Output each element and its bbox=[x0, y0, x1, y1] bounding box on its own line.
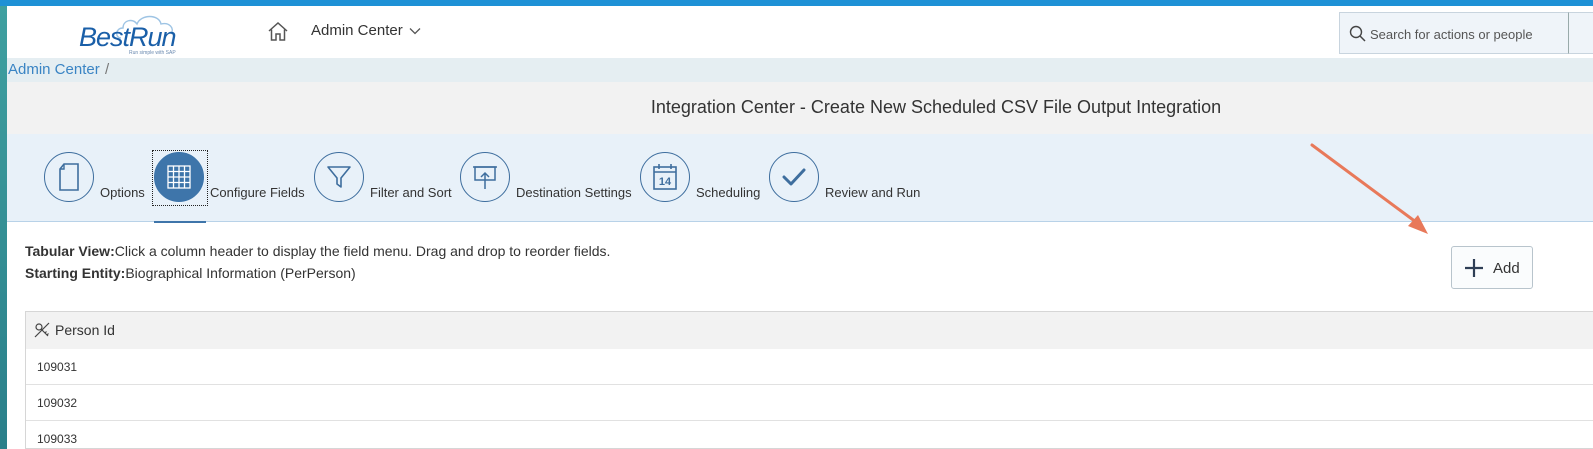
table-row[interactable]: 109031 bbox=[26, 349, 1593, 385]
page-title-bar: Integration Center - Create New Schedule… bbox=[7, 82, 1593, 135]
column-header-label: Person Id bbox=[55, 322, 115, 338]
step-options-circle bbox=[44, 152, 94, 202]
admin-center-menu[interactable]: Admin Center bbox=[311, 22, 421, 39]
logo-wordmark: BestRun bbox=[79, 22, 177, 52]
bestrun-logo[interactable]: BestRun Run simple with SAP bbox=[79, 14, 189, 58]
tabular-view-label: Tabular View: bbox=[25, 243, 115, 259]
breadcrumb-admin-center-link[interactable]: Admin Center bbox=[8, 61, 100, 78]
step-review-and-run-label: Review and Run bbox=[825, 185, 921, 200]
step-configure-fields-label: Configure Fields bbox=[210, 185, 305, 200]
calendar-day-number: 14 bbox=[659, 176, 672, 188]
step-review-and-run[interactable]: Review and Run bbox=[769, 152, 929, 206]
calendar-icon: 14 bbox=[653, 164, 677, 190]
step-filter-and-sort[interactable]: Filter and Sort bbox=[314, 152, 454, 206]
search-field[interactable] bbox=[1339, 12, 1568, 54]
home-button[interactable] bbox=[266, 20, 290, 44]
checkmark-icon bbox=[782, 168, 806, 186]
page-title: Integration Center - Create New Schedule… bbox=[650, 97, 1222, 117]
home-icon bbox=[268, 21, 288, 41]
breadcrumb: Admin Center / bbox=[7, 58, 1593, 83]
presentation-upload-icon bbox=[473, 166, 497, 189]
add-button-label: Add bbox=[1493, 260, 1520, 277]
person-id-cell: 109033 bbox=[37, 432, 78, 446]
step-destination-settings-circle bbox=[460, 152, 510, 202]
column-header-person-id[interactable]: Person Id bbox=[26, 312, 1593, 350]
breadcrumb-separator: / bbox=[105, 61, 110, 78]
chevron-down-icon bbox=[409, 27, 421, 34]
step-filter-and-sort-label: Filter and Sort bbox=[370, 185, 452, 200]
admin-center-menu-label: Admin Center bbox=[311, 22, 403, 39]
step-scheduling[interactable]: 14 Scheduling bbox=[640, 152, 765, 206]
step-scheduling-circle: 14 bbox=[640, 152, 690, 202]
table-row[interactable]: 109033 bbox=[26, 421, 1593, 448]
active-step-indicator bbox=[154, 221, 206, 223]
document-icon bbox=[59, 163, 79, 191]
logo-tagline: Run simple with SAP bbox=[129, 50, 176, 56]
person-id-cell: 109031 bbox=[37, 360, 78, 374]
add-field-button[interactable]: Add bbox=[1451, 246, 1533, 289]
starting-entity-info: Starting Entity:Biographical Information… bbox=[25, 265, 356, 281]
starting-entity-label: Starting Entity: bbox=[25, 265, 126, 281]
search-scope-dropdown[interactable] bbox=[1568, 12, 1593, 54]
funnel-icon bbox=[327, 166, 351, 188]
search-input[interactable] bbox=[1368, 23, 1567, 45]
tabular-view-hint: Tabular View:Click a column header to di… bbox=[25, 243, 610, 259]
step-options-label: Options bbox=[100, 185, 145, 200]
step-destination-settings-label: Destination Settings bbox=[516, 185, 632, 200]
step-destination-settings[interactable]: Destination Settings bbox=[460, 152, 635, 206]
shell-header: BestRun Run simple with SAP Admin Center bbox=[7, 6, 1593, 58]
step-filter-and-sort-circle bbox=[314, 152, 364, 202]
starting-entity-value: Biographical Information (PerPerson) bbox=[125, 265, 356, 281]
step-scheduling-label: Scheduling bbox=[696, 185, 761, 200]
focus-outline bbox=[152, 150, 208, 206]
annotation-arrow bbox=[1310, 143, 1428, 234]
tabular-view-text: Click a column header to display the fie… bbox=[114, 243, 611, 259]
table-row[interactable]: 109032 bbox=[26, 385, 1593, 421]
window-left-border bbox=[0, 6, 7, 449]
step-configure-fields[interactable]: Configure Fields bbox=[152, 150, 310, 223]
step-review-and-run-circle bbox=[769, 152, 819, 202]
key-field-icon bbox=[34, 322, 50, 338]
fields-table: Person Id 109031 109032 109033 bbox=[25, 311, 1593, 449]
person-id-cell: 109032 bbox=[37, 396, 78, 410]
step-options[interactable]: Options bbox=[44, 152, 154, 206]
plus-icon bbox=[1465, 259, 1483, 277]
search-icon bbox=[1349, 25, 1366, 42]
